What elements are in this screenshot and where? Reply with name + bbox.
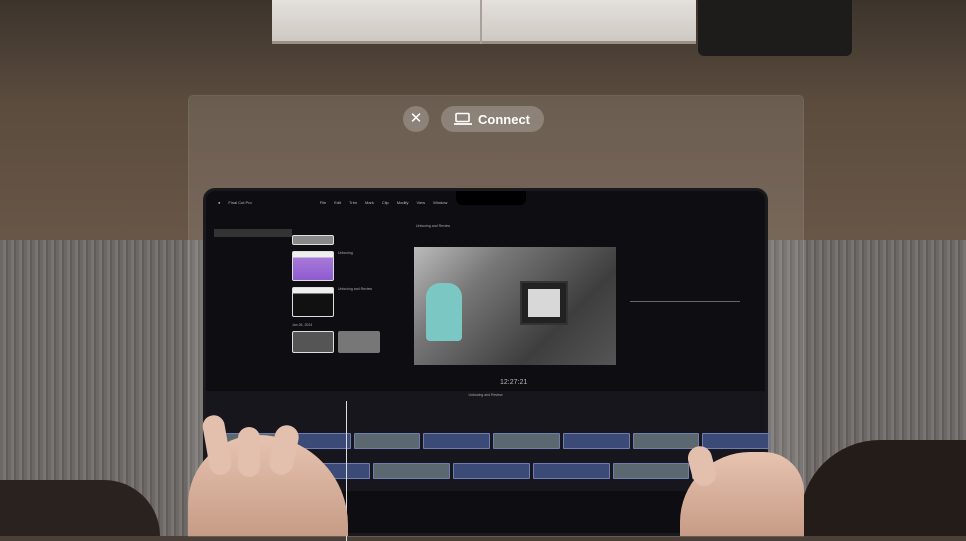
window-controls: ✕ Connect — [403, 106, 544, 132]
date-group: Jan 26, 2024 — [292, 323, 313, 327]
menu-trim[interactable]: Trim — [349, 200, 357, 205]
connect-button[interactable]: Connect — [441, 106, 544, 132]
timeline-title: Unboxing and Review — [468, 393, 503, 397]
cabinet — [272, 0, 696, 44]
menu-window[interactable]: Window — [433, 200, 447, 205]
tv — [520, 281, 568, 325]
clip-name: Unboxing and Review — [338, 287, 373, 291]
clip-thumbnail[interactable] — [292, 251, 334, 281]
viewer-title: Unboxing and Review — [416, 224, 451, 228]
menu-modify[interactable]: Modify — [397, 200, 409, 205]
menu-mark[interactable]: Mark — [365, 200, 374, 205]
timecode: 12:27:21 — [500, 379, 528, 386]
app-name: Final Cut Pro — [228, 199, 252, 205]
menu-bar: ● Final Cut Pro File Edit Trim Mark Clip… — [206, 195, 765, 209]
mac-virtual-display-icon — [454, 112, 472, 125]
menu-clip[interactable]: Clip — [382, 200, 389, 205]
video-viewer — [414, 247, 616, 365]
menu-view[interactable]: View — [417, 200, 426, 205]
menu-edit[interactable]: Edit — [334, 200, 341, 205]
clip-browser: Unboxing Unboxing and Review Jan 26, 202… — [292, 235, 402, 385]
clip-name: Unboxing — [338, 251, 353, 255]
close-button[interactable]: ✕ — [403, 106, 429, 132]
clip-thumbnail[interactable] — [292, 287, 334, 317]
close-icon: ✕ — [409, 110, 423, 127]
library-sidebar — [214, 229, 292, 369]
person — [426, 283, 462, 341]
menu-file[interactable]: File — [320, 200, 326, 205]
apple-icon: ● — [218, 199, 221, 205]
speaker — [698, 0, 852, 56]
inspector — [620, 235, 770, 375]
connect-label: Connect — [478, 111, 530, 127]
right-hand — [680, 443, 804, 536]
